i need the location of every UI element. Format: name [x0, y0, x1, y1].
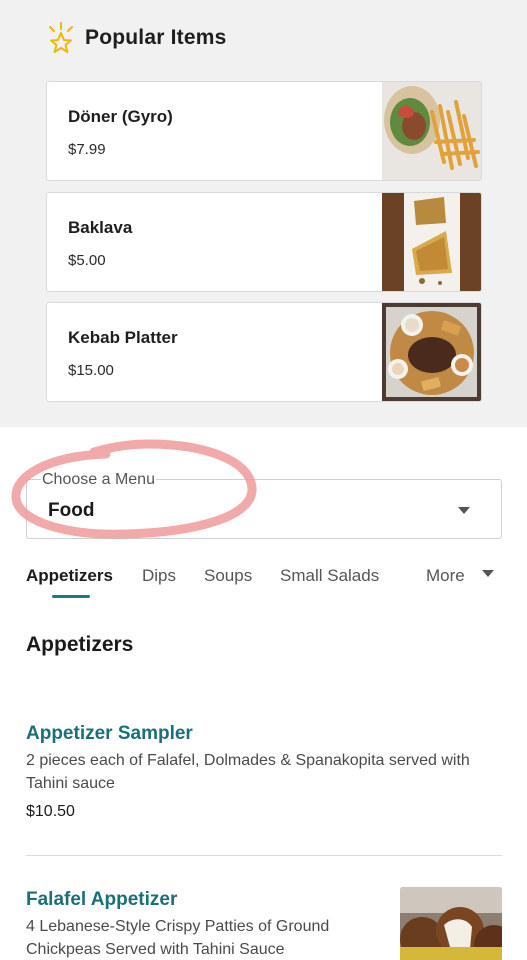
menu-select-dropdown[interactable]: Choose a Menu Food — [26, 471, 502, 539]
kebab-platter-photo — [382, 303, 481, 401]
popular-item-name: Baklava — [68, 218, 133, 237]
popular-item-name: Kebab Platter — [68, 328, 178, 347]
popular-item-name: Döner (Gyro) — [68, 107, 173, 126]
menu-item-description: 4 Lebanese-Style Crispy Patties of Groun… — [26, 918, 330, 958]
menu-item-price: $10.50 — [26, 803, 75, 820]
popular-item-card[interactable]: Kebab Platter $15.00 — [46, 302, 482, 402]
baklava-photo — [382, 193, 481, 291]
menu-item[interactable]: Appetizer Sampler 2 pieces each of Falaf… — [26, 722, 502, 821]
popular-item-price: $7.99 — [68, 141, 106, 158]
doner-gyro-photo — [382, 82, 481, 180]
popular-item-price: $5.00 — [68, 252, 106, 269]
category-tabs: Appetizers Dips Soups Small Salads More — [0, 560, 527, 600]
tab-small-salads[interactable]: Small Salads — [280, 566, 379, 586]
active-tab-indicator — [52, 595, 90, 598]
popular-items-title: Popular Items — [85, 26, 227, 49]
popular-item-card[interactable]: Baklava $5.00 — [46, 192, 482, 292]
section-title: Appetizers — [26, 633, 134, 656]
menu-item-name[interactable]: Appetizer Sampler — [26, 722, 502, 746]
sparkle-star-icon — [46, 21, 76, 55]
caret-down-icon — [458, 507, 470, 514]
falafel-photo — [400, 887, 502, 960]
item-divider — [26, 855, 502, 856]
menu-select-label: Choose a Menu — [41, 471, 156, 489]
menu-item-description: 2 pieces each of Falafel, Dolmades & Spa… — [26, 752, 470, 792]
tab-more[interactable]: More — [426, 566, 465, 586]
tab-soups[interactable]: Soups — [204, 566, 252, 586]
popular-item-card[interactable]: Döner (Gyro) $7.99 — [46, 81, 482, 181]
tab-dips[interactable]: Dips — [142, 566, 176, 586]
menu-select-value: Food — [48, 500, 95, 521]
popular-items-header: Popular Items — [46, 18, 226, 58]
popular-item-price: $15.00 — [68, 362, 114, 379]
chevron-down-icon[interactable] — [482, 570, 494, 577]
popular-items-section: Popular Items Döner (Gyro) $7.99 Baklava… — [0, 0, 527, 427]
tab-appetizers[interactable]: Appetizers — [26, 566, 113, 586]
